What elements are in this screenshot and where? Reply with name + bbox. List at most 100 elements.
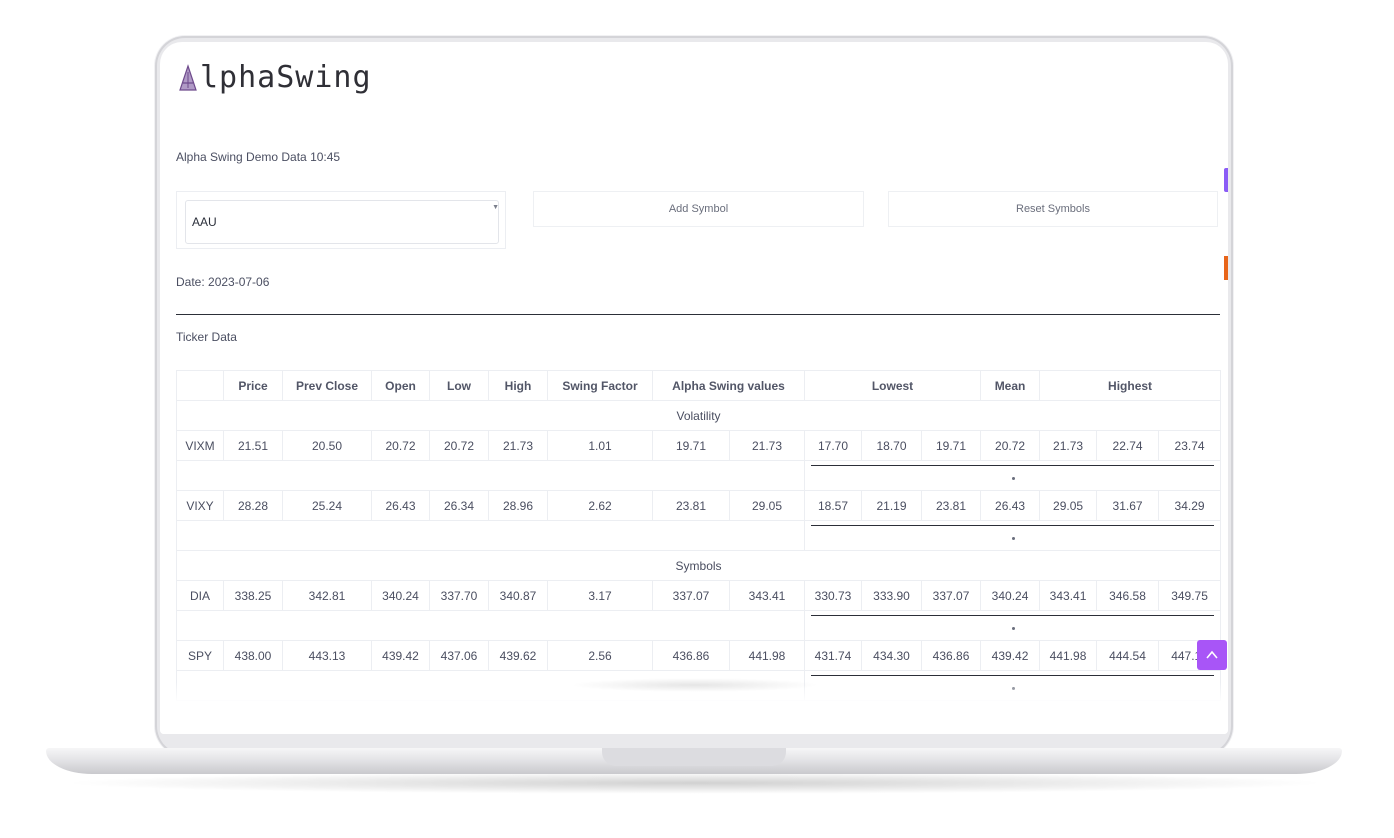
divider [176,314,1220,315]
col-header-high: High [488,370,548,401]
chevron-down-icon[interactable]: ▼ [492,204,499,211]
table-row: DIA 338.25 342.81 340.24 337.70 340.87 3… [176,580,1222,611]
cell-prev-close: 20.50 [282,430,372,461]
reset-symbols-button[interactable]: Reset Symbols [888,191,1218,227]
cell-high: 439.62 [488,640,548,671]
col-header-low: Low [429,370,489,401]
group-row: Volatility [175,400,1222,431]
cell-lowest-2: 333.90 [861,580,923,611]
cell-low: 26.34 [429,490,489,521]
cell-lowest-3: 337.07 [921,580,982,611]
cell-highest-3: 34.29 [1158,490,1222,521]
cell-highest-1: 343.41 [1039,580,1098,611]
reset-symbols-label: Reset Symbols [1016,203,1090,215]
table-row: VIXM 21.51 20.50 20.72 20.72 21.73 1.01 … [176,430,1222,461]
cell-price: 21.51 [223,430,283,461]
cell-alpha-swing-low: 436.86 [652,640,730,671]
cell-highest-3: 349.75 [1158,580,1222,611]
col-header-lowest: Lowest [804,370,982,401]
date-label: Date: 2023-07-06 [176,275,270,289]
laptop-shadow [60,772,1330,794]
side-tab-purple[interactable] [1224,168,1228,192]
symbol-select-container: AAU ▼ [176,191,506,249]
col-header-symbol [176,370,224,401]
cell-highest-1: 441.98 [1039,640,1098,671]
col-header-mean: Mean [980,370,1041,401]
cell-price: 338.25 [223,580,283,611]
table-row: VIXY 28.28 25.24 26.43 26.34 28.96 2.62 … [176,490,1222,521]
range-indicator-blank [175,520,806,551]
col-header-highest: Highest [1039,370,1222,401]
cell-prev-close: 443.13 [282,640,372,671]
col-header-price: Price [223,370,283,401]
cell-mean: 340.24 [980,580,1041,611]
symbol-select[interactable]: AAU [185,200,499,244]
cell-lowest-1: 431.74 [804,640,863,671]
cell-open: 20.72 [371,430,430,461]
table-row: SPY 438.00 443.13 439.42 437.06 439.62 2… [176,640,1222,671]
cell-alpha-swing-low: 337.07 [652,580,730,611]
table-header-row: Price Prev Close Open Low High Swing Fac… [176,370,1222,401]
cell-alpha-swing-high: 441.98 [728,640,806,671]
range-indicator [804,610,1222,641]
cell-mean: 439.42 [980,640,1041,671]
cell-swing-factor: 2.56 [547,640,653,671]
cell-symbol: VIXM [176,430,224,461]
cell-alpha-swing-high: 343.41 [728,580,806,611]
cell-alpha-swing-high: 29.05 [728,490,806,521]
ticker-table: Price Prev Close Open Low High Swing Fac… [175,370,1222,701]
cell-prev-close: 342.81 [282,580,372,611]
scroll-to-top-button[interactable] [1197,640,1227,670]
cell-mean: 20.72 [980,430,1041,461]
cell-highest-2: 444.54 [1096,640,1160,671]
range-indicator-row [175,520,1222,551]
cell-low: 337.70 [429,580,489,611]
side-tab-orange[interactable] [1224,256,1228,280]
cell-highest-1: 21.73 [1039,430,1098,461]
cell-lowest-3: 19.71 [921,430,982,461]
cell-open: 26.43 [371,490,430,521]
cell-symbol: SPY [176,640,224,671]
cell-swing-factor: 3.17 [547,580,653,611]
chevron-up-icon [1206,650,1218,659]
group-label-symbols: Symbols [175,550,1222,581]
col-header-prev-close: Prev Close [282,370,372,401]
cell-highest-3: 23.74 [1158,430,1222,461]
cell-swing-factor: 2.62 [547,490,653,521]
add-symbol-button[interactable]: Add Symbol [533,191,864,227]
cell-open: 439.42 [371,640,430,671]
range-indicator-row [175,610,1222,641]
app-screen: lphaSwing Alpha Swing Demo Data 10:45 AA… [160,42,1228,734]
col-header-swing-factor: Swing Factor [547,370,653,401]
cell-lowest-2: 434.30 [861,640,923,671]
cell-alpha-swing-high: 21.73 [728,430,806,461]
add-symbol-label: Add Symbol [668,203,729,215]
range-indicator-blank [175,460,806,491]
cell-lowest-3: 436.86 [921,640,982,671]
cell-highest-2: 31.67 [1096,490,1160,521]
range-indicator [804,520,1222,551]
cell-open: 340.24 [371,580,430,611]
cell-swing-factor: 1.01 [547,430,653,461]
cell-high: 21.73 [488,430,548,461]
cell-highest-1: 29.05 [1039,490,1098,521]
symbol-select-value: AAU [192,215,217,229]
cell-mean: 26.43 [980,490,1041,521]
logo[interactable]: lphaSwing [178,60,372,95]
cell-high: 28.96 [488,490,548,521]
cell-high: 340.87 [488,580,548,611]
page-subtitle: Alpha Swing Demo Data 10:45 [176,150,341,164]
brand-name: lphaSwing [200,60,372,95]
range-indicator-blank [175,610,806,641]
alpha-swing-logo-icon [179,63,197,91]
group-row: Symbols [175,550,1222,581]
col-header-alpha-swing-values: Alpha Swing values [651,370,806,401]
cell-price: 438.00 [223,640,283,671]
cell-symbol: VIXY [176,490,224,521]
cell-low: 437.06 [429,640,489,671]
range-indicator [804,460,1222,491]
cell-lowest-1: 330.73 [804,580,863,611]
cell-lowest-1: 17.70 [804,430,863,461]
cell-lowest-2: 18.70 [861,430,923,461]
cell-highest-2: 346.58 [1096,580,1160,611]
